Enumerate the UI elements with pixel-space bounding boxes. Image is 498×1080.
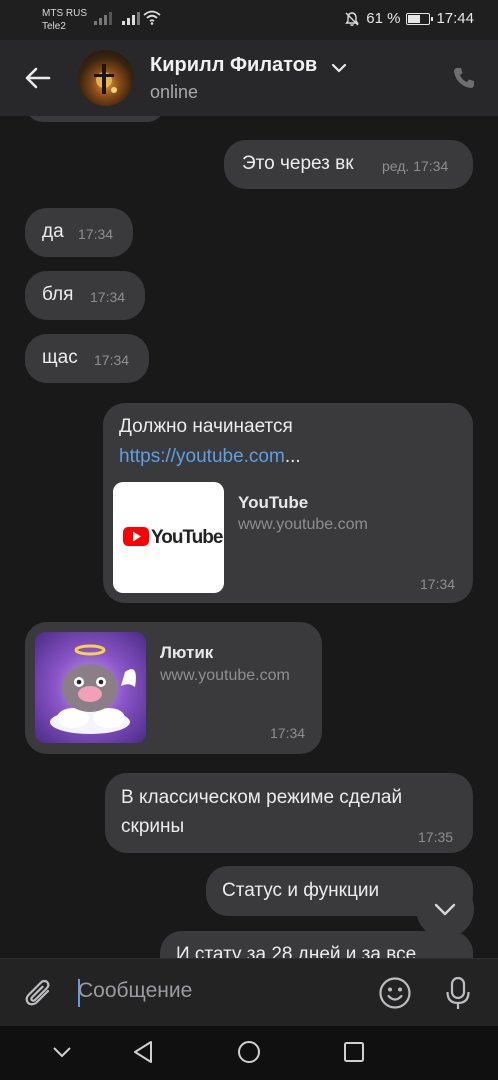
message-bubble-outgoing[interactable]: В классическом режиме сделай скрины 17:3… — [105, 773, 473, 853]
message-text: Статус и функции — [222, 880, 380, 901]
message-composer: Сообщение — [0, 958, 498, 1027]
status-bar: MTS RUS Tele2 61 % 17:44 — [0, 0, 498, 40]
message-time: 17:34 — [78, 226, 114, 242]
recents-square-icon[interactable] — [343, 1041, 365, 1063]
cartoon-pig-image — [50, 644, 136, 734]
message-time: 17:34 — [270, 725, 306, 741]
message-time: ред. 17:34 — [382, 158, 449, 174]
contact-status: online — [150, 82, 199, 102]
message-time: 17:34 — [420, 576, 456, 592]
message-text: бля — [42, 284, 74, 305]
contact-name[interactable]: Кирилл Филатов — [150, 54, 317, 77]
microphone-icon[interactable] — [443, 975, 473, 1011]
home-circle-icon[interactable] — [237, 1040, 261, 1064]
back-arrow-icon[interactable] — [22, 62, 54, 94]
youtube-preview-thumbnail[interactable]: YouTube — [113, 482, 224, 593]
youtube-logo-icon: YouTube — [123, 527, 224, 548]
status-time: 17:44 — [436, 10, 474, 27]
youtube-logo-text: YouTube — [151, 527, 223, 548]
scroll-down-button[interactable] — [416, 880, 474, 938]
message-text-line2: скрины — [121, 816, 185, 837]
message-bubble-preview[interactable]: Лютик www.youtube.com 17:34 — [25, 622, 322, 754]
chevron-down-icon — [434, 903, 456, 916]
message-time: 17:34 — [94, 352, 130, 368]
message-time: 17:34 — [90, 289, 126, 305]
avatar[interactable] — [78, 50, 134, 106]
message-text: да — [42, 221, 64, 242]
chevron-down-icon[interactable] — [331, 62, 347, 74]
message-bubble-partial[interactable] — [25, 116, 165, 122]
carrier-labels: MTS RUS Tele2 — [42, 7, 87, 33]
battery-icon — [406, 12, 434, 25]
back-triangle-icon[interactable] — [132, 1040, 154, 1064]
preview-site: www.youtube.com — [238, 516, 368, 533]
message-bubble-link[interactable]: Должно начинается https://youtube.com...… — [103, 403, 473, 603]
message-link[interactable]: https://youtube.com — [119, 446, 285, 467]
hide-keyboard-icon[interactable] — [52, 1046, 72, 1058]
signal-icon-2 — [122, 12, 140, 25]
message-text: И стату за 28 дней и за все — [176, 944, 417, 958]
preview-title: YouTube — [238, 493, 309, 512]
message-bubble-incoming[interactable]: да 17:34 — [25, 208, 133, 257]
status-right: 61 % 17:44 — [344, 10, 474, 27]
wifi-icon — [143, 10, 161, 25]
message-bubble-incoming[interactable]: бля 17:34 — [25, 271, 145, 320]
chat-header: Кирилл Филатов online — [0, 40, 498, 116]
signal-icon — [94, 12, 112, 25]
emoji-icon[interactable] — [378, 976, 412, 1010]
preview-site: www.youtube.com — [160, 667, 290, 684]
message-text: щас — [42, 347, 78, 368]
link-ellipsis: ... — [284, 446, 301, 467]
message-time: 17:35 — [418, 829, 454, 845]
lyutik-preview-thumbnail[interactable] — [35, 632, 146, 743]
message-list[interactable]: Это через вк ред. 17:34 да 17:34 бля 17:… — [0, 116, 498, 958]
phone-icon[interactable] — [452, 66, 476, 90]
carrier-1: MTS RUS — [42, 8, 87, 19]
message-text: Должно начинается — [119, 416, 293, 437]
message-link-line: https://youtube.com... — [119, 446, 301, 468]
preview-title: Лютик — [160, 643, 214, 662]
mute-bell-icon — [345, 11, 360, 26]
message-text-line1: В классическом режиме сделай — [121, 787, 403, 808]
message-input[interactable]: Сообщение — [78, 979, 192, 1003]
paperclip-icon[interactable] — [24, 977, 54, 1009]
message-text: Это через вк — [242, 153, 354, 174]
system-navigation-bar — [0, 1026, 498, 1080]
message-bubble-incoming[interactable]: щас 17:34 — [25, 334, 149, 383]
carrier-2: Tele2 — [42, 21, 66, 32]
message-bubble-outgoing[interactable]: Это через вк ред. 17:34 — [224, 140, 473, 189]
battery-percent: 61 % — [366, 10, 401, 27]
avatar-image — [94, 64, 117, 94]
